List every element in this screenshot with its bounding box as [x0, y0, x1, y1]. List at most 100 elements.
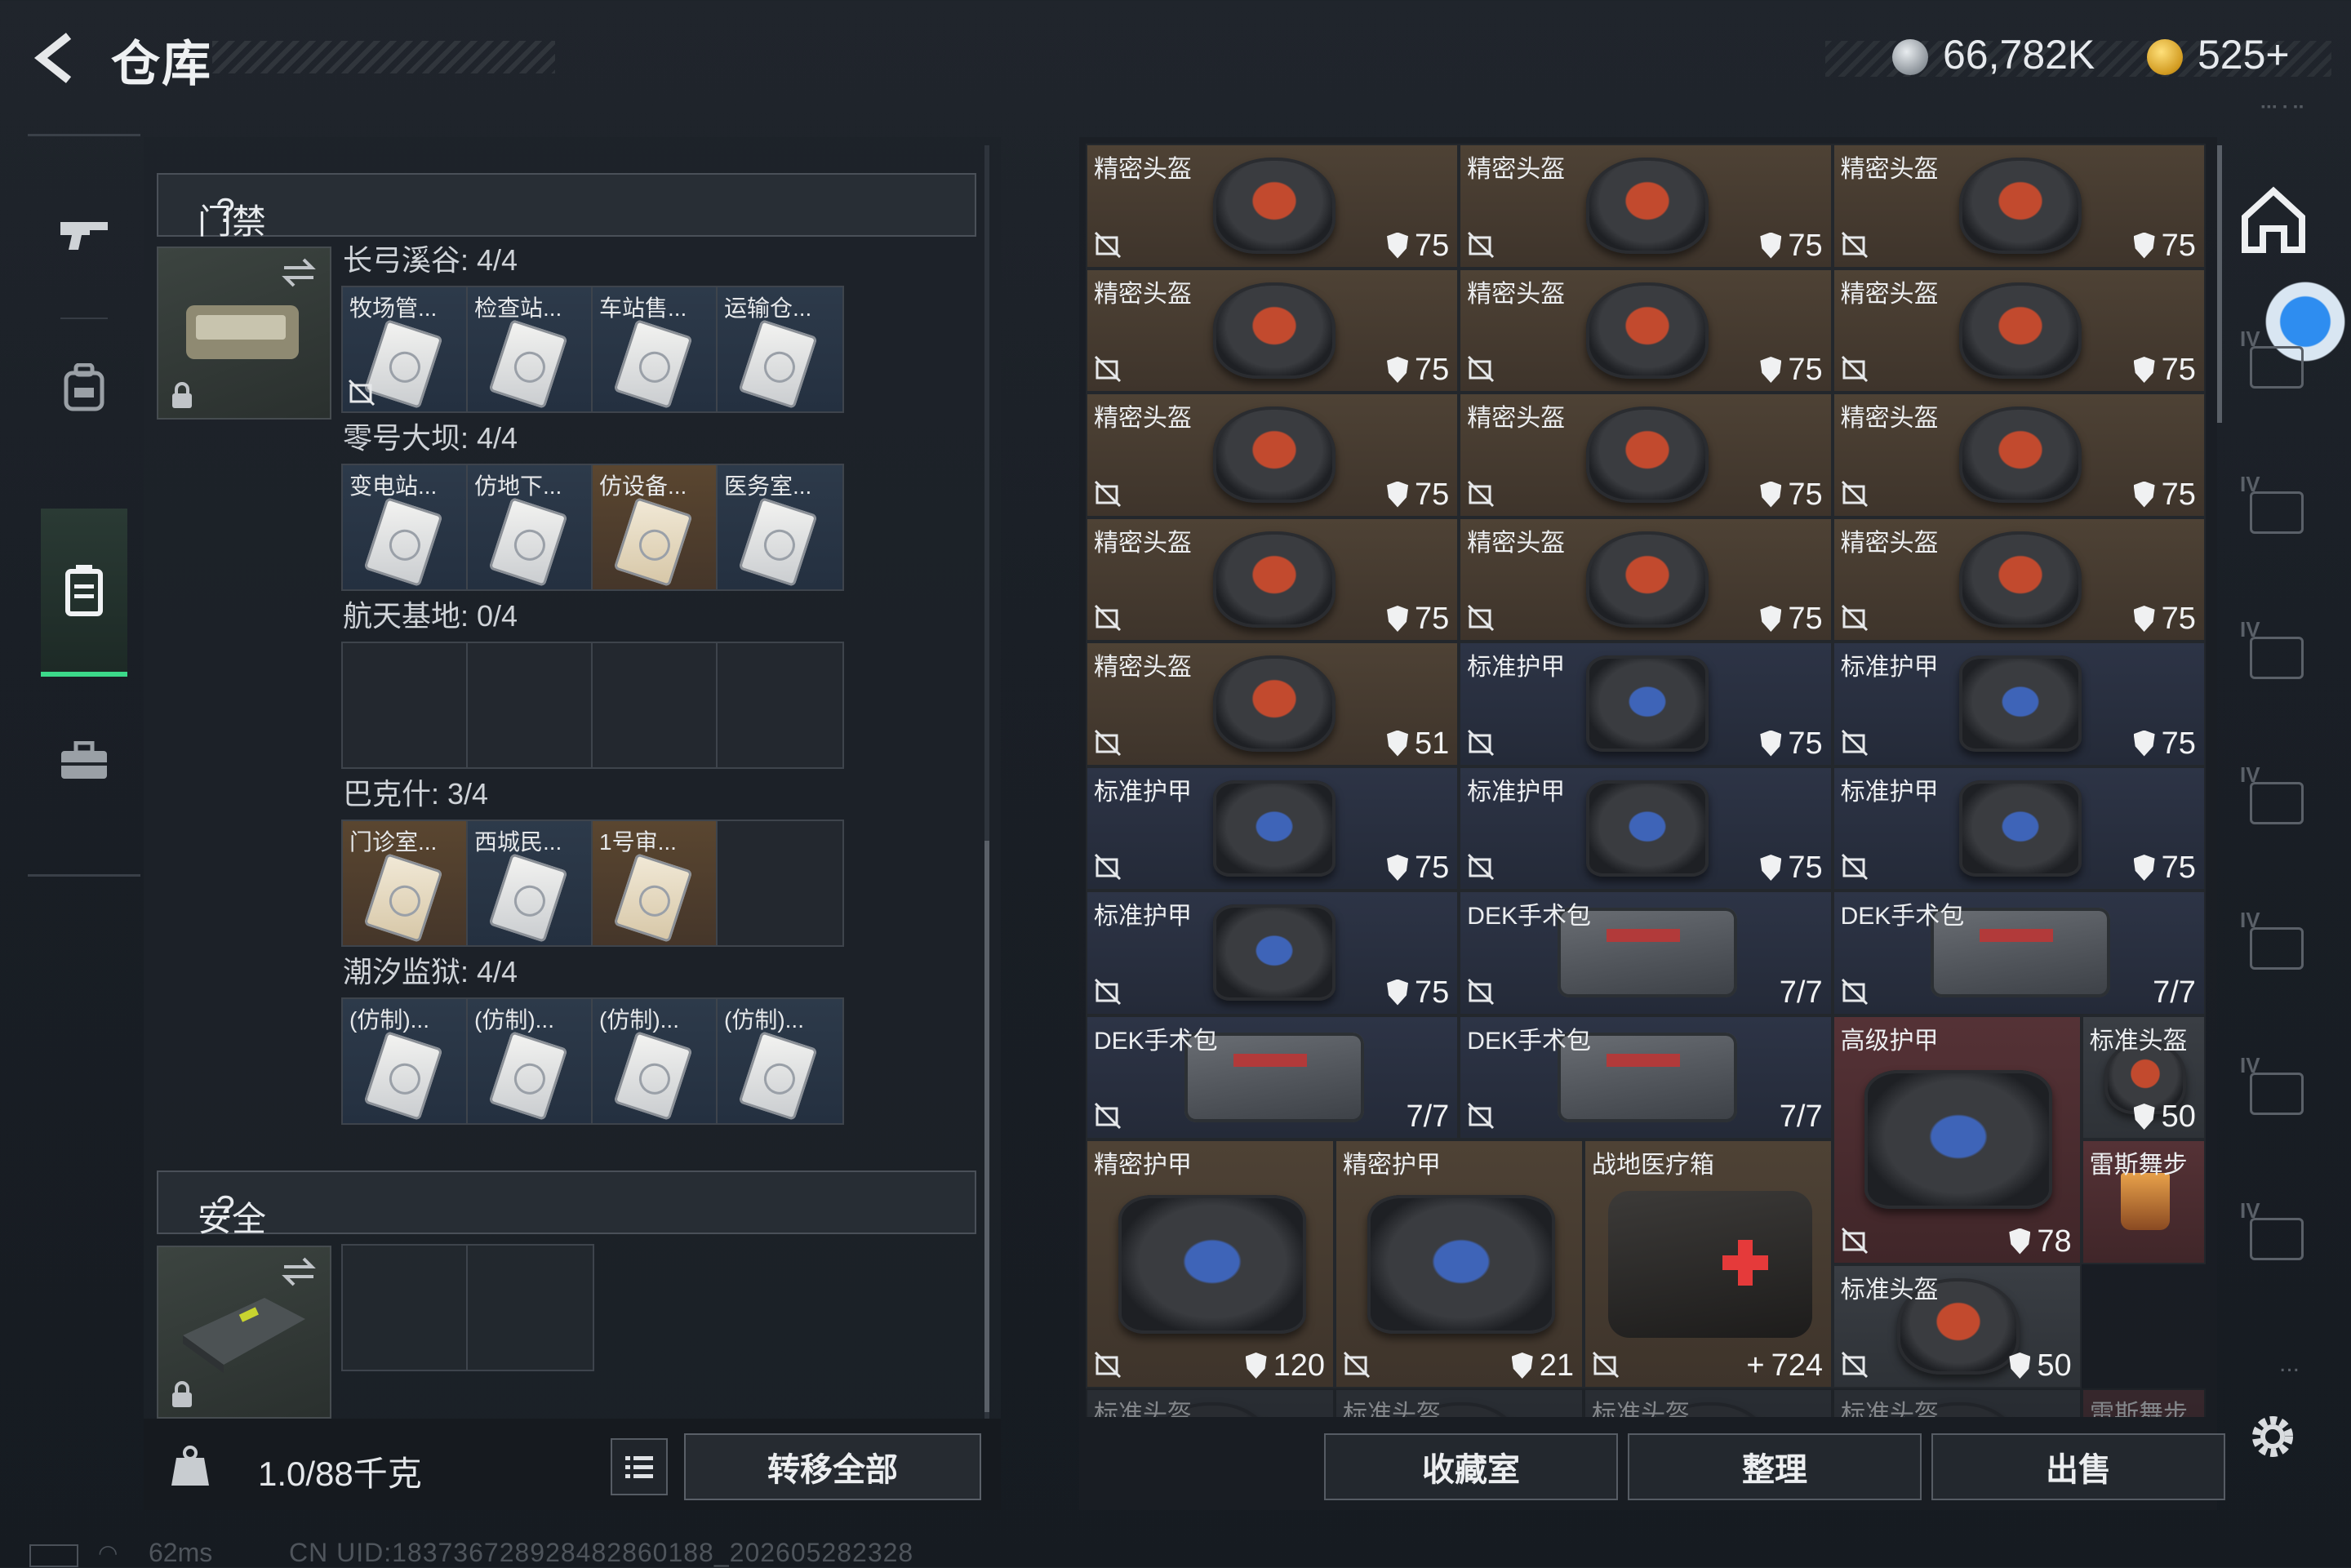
inventory-item[interactable]: 精密头盔 75 [1086, 393, 1460, 517]
empty-keycard-slot[interactable] [593, 643, 718, 767]
helmet-icon [1212, 531, 1335, 628]
help-icon[interactable]: ? [209, 193, 242, 228]
inventory-item[interactable]: 雷斯舞步 [2081, 1139, 2206, 1264]
tier-filter-button[interactable]: IV [2240, 617, 2310, 687]
gold-coin-icon [2147, 39, 2183, 75]
keycard-slot[interactable]: 西城民... [468, 821, 593, 945]
tier-filter-button[interactable]: IV [2240, 1053, 2310, 1123]
inventory-item[interactable]: 精密头盔 75 [1459, 517, 1833, 642]
inventory-item[interactable]: 标准头盔 [1833, 1388, 2082, 1417]
inventory-item[interactable]: 精密头盔 51 [1086, 642, 1460, 766]
gold-currency-value[interactable]: 525+ [2198, 31, 2290, 78]
inventory-item[interactable]: 标准护甲 75 [1832, 642, 2206, 766]
inventory-item[interactable]: 精密头盔 75 [1832, 144, 2206, 269]
inventory-item[interactable]: 雷斯舞步 [2082, 1388, 2206, 1417]
item-value: 75 [1788, 851, 1823, 885]
item-name: 雷斯舞步 [2089, 1152, 2188, 1179]
help-icon[interactable]: ? [209, 1191, 242, 1225]
vest-icon [1367, 1194, 1555, 1334]
no-sell-icon [1468, 729, 1495, 756]
safebox-icon [183, 1298, 305, 1373]
inventory-item[interactable]: 精密头盔 75 [1459, 144, 1833, 269]
empty-keycard-slot[interactable] [718, 643, 842, 767]
inventory-item[interactable]: 标准护甲 75 [1459, 642, 1833, 766]
inventory-item[interactable]: 标准头盔 [1086, 1388, 1335, 1417]
keycard-slot[interactable]: (仿制)... [343, 999, 468, 1123]
inventory-item[interactable]: 精密头盔 75 [1832, 393, 2206, 517]
keycard-slot[interactable]: 变电站... [343, 465, 468, 589]
safebox-slot[interactable] [343, 1246, 468, 1370]
empty-keycard-slot[interactable] [343, 643, 468, 767]
list-view-button[interactable] [611, 1438, 668, 1495]
nav-briefcase[interactable] [41, 700, 127, 822]
tier-filter-button[interactable]: IV [2240, 472, 2310, 542]
inventory-item[interactable]: 标准护甲 75 [1459, 766, 1833, 891]
inventory-item[interactable]: 标准护甲 75 [1832, 766, 2206, 891]
inventory-item[interactable]: DEK手术包 7/7 [1832, 891, 2206, 1015]
keycard-slot[interactable]: 仿地下... [468, 465, 593, 589]
item-value: 21 [1539, 1348, 1574, 1383]
keycard-slot[interactable]: 牧场管... [343, 287, 468, 411]
keycard-slot[interactable]: 运输仓... [718, 287, 842, 411]
safebox-slot[interactable] [468, 1246, 593, 1370]
backpack-icon [64, 363, 104, 411]
left-scrollbar-thumb[interactable] [984, 841, 989, 1412]
inventory-item[interactable]: DEK手术包 7/7 [1459, 891, 1833, 1015]
item-durability: 120 [1245, 1348, 1325, 1384]
item-durability: 75 [1387, 229, 1449, 264]
empty-keycard-slot[interactable] [718, 821, 842, 945]
keycard-slot[interactable]: (仿制)... [718, 999, 842, 1123]
gear-icon[interactable] [2247, 1410, 2299, 1463]
tier-filter-button[interactable]: IV [2240, 326, 2310, 397]
keycard-slot[interactable]: 1号审... [593, 821, 718, 945]
keycard-slot[interactable]: 门诊室... [343, 821, 468, 945]
inventory-item[interactable]: 精密护甲 120 [1086, 1139, 1335, 1388]
inventory-item[interactable]: 精密头盔 75 [1832, 517, 2206, 642]
swap-icon[interactable] [281, 256, 317, 289]
sell-button[interactable]: 出售 [1931, 1433, 2225, 1500]
inventory-item[interactable]: 精密头盔 75 [1086, 517, 1460, 642]
inventory-item[interactable]: 标准护甲 75 [1086, 766, 1460, 891]
inventory-item[interactable]: 标准头盔 [1584, 1388, 1833, 1417]
inventory-item[interactable]: 精密护甲 21 [1335, 1139, 1584, 1388]
warehouse-home-icon[interactable] [2238, 184, 2309, 255]
tier-item-icon [2250, 927, 2304, 970]
inventory-item[interactable]: 标准头盔 50 [2081, 1015, 2206, 1139]
inventory-item[interactable]: DEK手术包 7/7 [1459, 1015, 1833, 1139]
lock-icon [172, 1381, 192, 1407]
keycard-slot[interactable]: 车站售... [593, 287, 718, 411]
nav-backpack[interactable] [41, 331, 127, 445]
keycard-holder-item[interactable] [157, 247, 331, 420]
empty-keycard-slot[interactable] [468, 643, 593, 767]
inventory-item[interactable]: 标准头盔 50 [1832, 1264, 2082, 1388]
keycard-slot[interactable]: 医务室... [718, 465, 842, 589]
nav-weapons[interactable] [41, 153, 127, 316]
inventory-item[interactable]: 精密头盔 75 [1086, 268, 1460, 393]
tier-filter-button[interactable]: IV [2240, 1198, 2310, 1268]
keycard-slot[interactable]: 检查站... [468, 287, 593, 411]
keycard-slot[interactable]: 仿设备... [593, 465, 718, 589]
inventory-item[interactable]: DEK手术包 7/7 [1086, 1015, 1460, 1139]
keycard-slot[interactable]: (仿制)... [468, 999, 593, 1123]
safebox-item[interactable] [157, 1246, 331, 1419]
inventory-item[interactable]: 战地医疗箱 +724 [1584, 1139, 1833, 1388]
back-arrow-icon[interactable] [26, 29, 83, 87]
nav-card-holder[interactable] [41, 509, 127, 677]
keycard-slot[interactable]: (仿制)... [593, 999, 718, 1123]
inventory-item[interactable]: 高级护甲 78 [1832, 1015, 2082, 1264]
collection-room-button[interactable]: 收藏室 [1324, 1433, 1618, 1500]
keycard-icon [613, 853, 693, 943]
inventory-item[interactable]: 精密头盔 75 [1086, 144, 1460, 269]
tier-filter-button[interactable]: IV [2240, 908, 2310, 978]
inventory-item[interactable]: 精密头盔 75 [1832, 268, 2206, 393]
swap-icon[interactable] [281, 1255, 317, 1288]
organize-button[interactable]: 整理 [1628, 1433, 1922, 1500]
tier-filter-button[interactable]: IV [2240, 762, 2310, 833]
inventory-item[interactable]: 标准头盔 [1335, 1388, 1584, 1417]
keycard-section-header: 门禁卡包：15/20? [157, 173, 976, 382]
inventory-item[interactable]: 标准护甲 75 [1086, 891, 1460, 1015]
inventory-item[interactable]: 精密头盔 75 [1459, 393, 1833, 517]
right-scrollbar-thumb[interactable] [2217, 145, 2222, 423]
transfer-all-button[interactable]: 转移全部 [684, 1433, 981, 1500]
inventory-item[interactable]: 精密头盔 75 [1459, 268, 1833, 393]
